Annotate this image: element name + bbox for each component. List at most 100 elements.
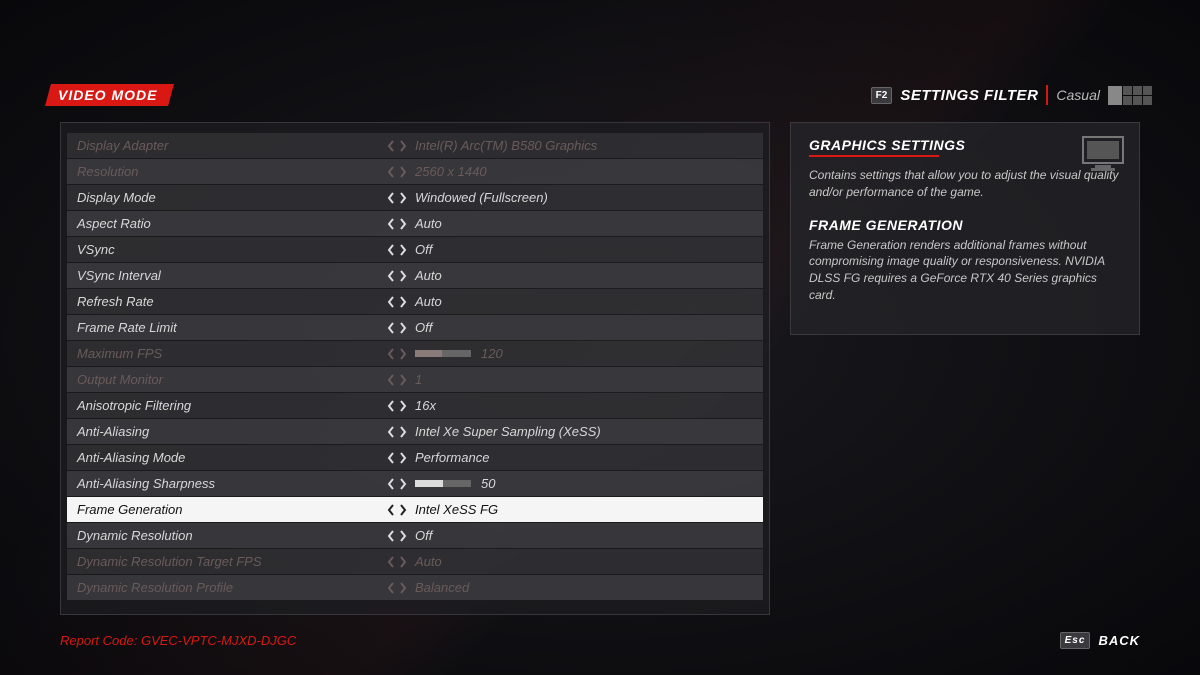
report-code: Report Code: GVEC-VPTC-MJXD-DJGC (60, 633, 296, 648)
setting-value: Off (415, 242, 753, 257)
setting-value: Off (415, 320, 753, 335)
filter-divider (1046, 85, 1048, 105)
setting-row[interactable]: Anti-Aliasing Sharpness 50 (67, 471, 763, 496)
info-section1-text: Contains settings that allow you to adju… (809, 167, 1121, 201)
video-mode-label: VIDEO MODE (58, 87, 157, 103)
chevron-left-right-icon[interactable] (387, 244, 407, 256)
setting-value: Intel(R) Arc(TM) B580 Graphics (415, 138, 753, 153)
setting-row[interactable]: Anti-Aliasing Intel Xe Super Sampling (Xe… (67, 419, 763, 444)
setting-row[interactable]: Dynamic ResolutionOff (67, 523, 763, 548)
chevron-left-right-icon[interactable] (387, 192, 407, 204)
setting-label: Anti-Aliasing Sharpness (77, 476, 387, 491)
setting-value: Intel XeSS FG (415, 502, 753, 517)
chevron-left-right-icon[interactable] (387, 270, 407, 282)
slider-track[interactable] (415, 480, 471, 487)
setting-label: Anti-Aliasing Mode (77, 450, 387, 465)
setting-value: Auto (415, 216, 753, 231)
footer: Report Code: GVEC-VPTC-MJXD-DJGC Esc BAC… (60, 632, 1140, 649)
setting-row: Resolution 2560 x 1440 (67, 159, 763, 184)
setting-label: Anisotropic Filtering (77, 398, 387, 413)
chevron-left-right-icon (387, 374, 407, 386)
setting-row[interactable]: Refresh Rate Auto (67, 289, 763, 314)
setting-label: Frame Generation (77, 502, 387, 517)
setting-row: Dynamic Resolution Target FPS Auto (67, 549, 763, 574)
settings-filter[interactable]: F2 SETTINGS FILTER Casual (871, 85, 1152, 105)
setting-value: 16x (415, 398, 753, 413)
chevron-left-right-icon[interactable] (387, 478, 407, 490)
setting-label: Dynamic Resolution Target FPS (77, 554, 387, 569)
setting-label: Output Monitor (77, 372, 387, 387)
chevron-left-right-icon[interactable] (387, 296, 407, 308)
setting-label: Aspect Ratio (77, 216, 387, 231)
setting-label: VSync (77, 242, 387, 257)
chevron-left-right-icon (387, 348, 407, 360)
setting-label: VSync Interval (77, 268, 387, 283)
info-underline (809, 155, 939, 157)
setting-label: Refresh Rate (77, 294, 387, 309)
setting-label: Display Mode (77, 190, 387, 205)
setting-row[interactable]: Aspect Ratio Auto (67, 211, 763, 236)
info-section2-text: Frame Generation renders additional fram… (809, 237, 1121, 304)
back-label: BACK (1098, 633, 1140, 648)
setting-row[interactable]: Frame Rate Limit Off (67, 315, 763, 340)
top-bar: VIDEO MODE F2 SETTINGS FILTER Casual (48, 82, 1152, 108)
chevron-left-right-icon[interactable] (387, 400, 407, 412)
setting-row[interactable]: VSync Off (67, 237, 763, 262)
chevron-left-right-icon[interactable] (387, 218, 407, 230)
filter-value: Casual (1056, 87, 1100, 103)
setting-value: Performance (415, 450, 753, 465)
slider-fill (415, 480, 443, 487)
settings-panel: Display Adapter Intel(R) Arc(TM) B580 Gra… (60, 122, 770, 615)
chevron-left-right-icon[interactable] (387, 504, 407, 516)
chevron-left-right-icon[interactable] (387, 426, 407, 438)
setting-value: Balanced (415, 580, 753, 595)
report-code-value: GVEC-VPTC-MJXD-DJGC (141, 633, 296, 648)
setting-row[interactable]: Anisotropic Filtering 16x (67, 393, 763, 418)
main-area: Display Adapter Intel(R) Arc(TM) B580 Gra… (60, 122, 1140, 615)
setting-value: Intel Xe Super Sampling (XeSS) (415, 424, 753, 439)
setting-value: 1 (415, 372, 753, 387)
chevron-left-right-icon[interactable] (387, 530, 407, 542)
setting-label: Display Adapter (77, 138, 387, 153)
setting-row: Display Adapter Intel(R) Arc(TM) B580 Gra… (67, 133, 763, 158)
setting-row[interactable]: Frame Generation Intel XeSS FG (67, 497, 763, 522)
setting-value: Auto (415, 294, 753, 309)
setting-label: Frame Rate Limit (77, 320, 387, 335)
chevron-left-right-icon[interactable] (387, 322, 407, 334)
setting-label: Dynamic Resolution Profile (77, 580, 387, 595)
setting-row[interactable]: VSync Interval Auto (67, 263, 763, 288)
chevron-left-right-icon (387, 140, 407, 152)
setting-row[interactable]: Display Mode Windowed (Fullscreen) (67, 185, 763, 210)
esc-key-hint: Esc (1060, 632, 1091, 649)
setting-value: Auto (415, 554, 753, 569)
report-label: Report Code: (60, 633, 137, 648)
monitor-icon (1081, 135, 1125, 173)
chevron-left-right-icon (387, 166, 407, 178)
f2-key-hint: F2 (871, 87, 893, 104)
info-panel: GRAPHICS SETTINGS Contains settings that… (790, 122, 1140, 335)
info-section1-title: GRAPHICS SETTINGS (809, 137, 1121, 153)
filter-grid-icon (1108, 86, 1152, 105)
video-mode-badge: VIDEO MODE (45, 84, 174, 106)
slider-fill (415, 350, 442, 357)
setting-label: Anti-Aliasing (77, 424, 387, 439)
setting-row[interactable]: Anti-Aliasing Mode Performance (67, 445, 763, 470)
setting-row: Output Monitor 1 (67, 367, 763, 392)
slider-track (415, 350, 471, 357)
setting-row: Maximum FPS 120 (67, 341, 763, 366)
setting-value: Windowed (Fullscreen) (415, 190, 753, 205)
back-button[interactable]: Esc BACK (1060, 632, 1140, 649)
chevron-left-right-icon[interactable] (387, 452, 407, 464)
setting-label: Maximum FPS (77, 346, 387, 361)
setting-row: Dynamic Resolution Profile Balanced (67, 575, 763, 600)
info-section2-title: FRAME GENERATION (809, 217, 1121, 233)
filter-label: SETTINGS FILTER (900, 87, 1038, 104)
setting-value: Auto (415, 268, 753, 283)
setting-value: 2560 x 1440 (415, 164, 753, 179)
chevron-left-right-icon (387, 556, 407, 568)
chevron-left-right-icon (387, 582, 407, 594)
setting-value: Off (415, 528, 753, 543)
setting-value: 50 (481, 476, 753, 491)
setting-value: 120 (481, 346, 753, 361)
setting-label: Resolution (77, 164, 387, 179)
